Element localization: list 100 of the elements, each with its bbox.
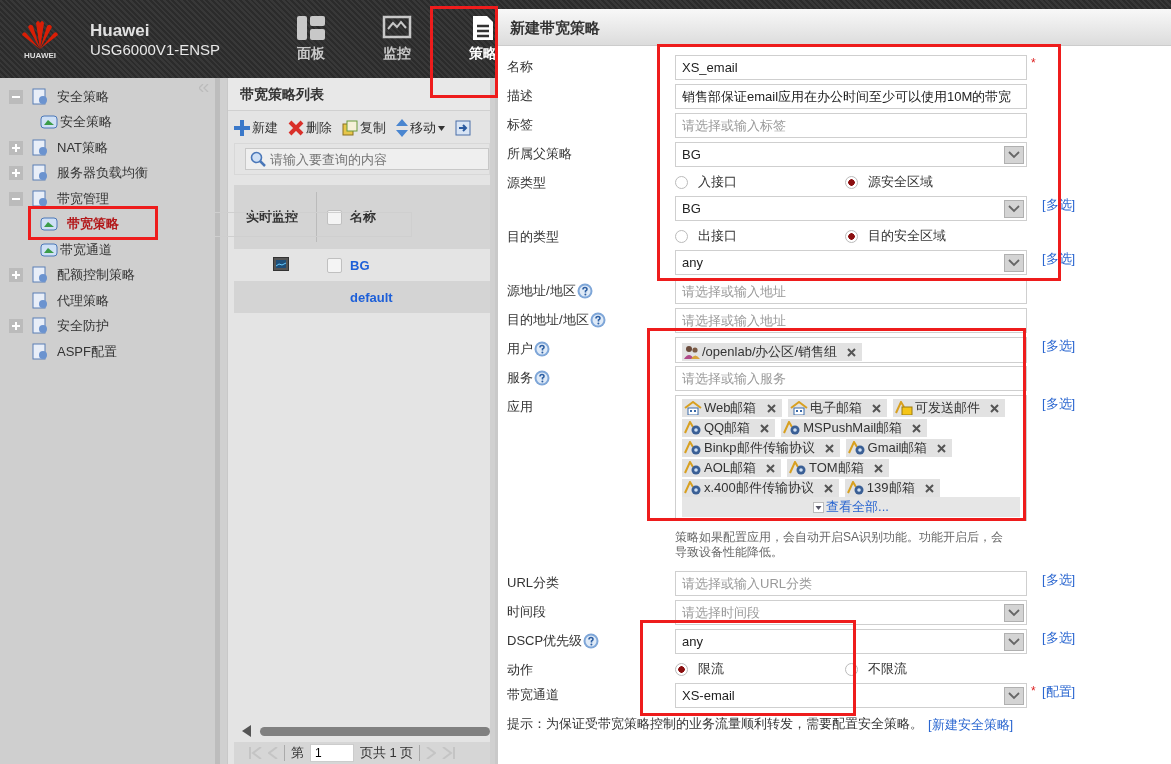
hint-text: 提示：为保证受带宽策略控制的业务流量顺利转发，需要配置安全策略。 — [507, 716, 923, 733]
search-field[interactable]: 请输入要查询的内容 — [245, 148, 489, 170]
select-field[interactable]: any — [675, 250, 1027, 275]
text-field[interactable]: 请选择或输入标签 — [675, 113, 1027, 138]
item-tag[interactable]: 139邮箱 — [844, 479, 940, 497]
expand-toggle-icon[interactable] — [9, 140, 23, 155]
multi-select-link[interactable]: [多选] — [1042, 396, 1076, 411]
checkbox[interactable] — [327, 257, 342, 273]
nav-tab[interactable]: 面板 — [268, 0, 354, 78]
monitor-icon[interactable] — [272, 257, 289, 271]
delete-button[interactable]: 删除 — [288, 119, 332, 137]
collapse-toggle-icon[interactable] — [9, 191, 23, 206]
remove-icon[interactable] — [823, 483, 833, 493]
multi-select-link[interactable]: [多选] — [1042, 197, 1076, 212]
text-field[interactable]: XS_email — [675, 55, 1027, 80]
copy-button[interactable]: 复制 — [342, 119, 386, 137]
item-tag[interactable]: MSPushMail邮箱 — [781, 419, 928, 437]
help-icon[interactable] — [589, 312, 606, 328]
radio-option[interactable]: 入接口 — [675, 171, 845, 193]
policy-name[interactable]: default — [350, 289, 393, 305]
tree-item[interactable]: 安全防护 — [57, 317, 109, 336]
tree-item[interactable]: NAT策略 — [57, 138, 109, 157]
help-icon[interactable] — [534, 341, 550, 357]
tree-item[interactable]: 代理策略 — [57, 291, 109, 310]
text-field[interactable]: 销售部保证email应用在办公时间至少可以使用10M的带宽 — [675, 84, 1027, 109]
add-button[interactable]: 新建 — [234, 119, 278, 137]
pager-label: 第 — [291, 744, 304, 762]
item-tag[interactable]: Web邮箱 — [682, 399, 782, 417]
help-icon[interactable] — [583, 633, 600, 649]
multi-select-link[interactable]: [多选] — [1042, 572, 1076, 587]
policy-name[interactable]: BG — [350, 257, 370, 273]
select-field[interactable]: BG — [675, 142, 1027, 167]
radio-option[interactable]: 不限流 — [845, 658, 1015, 680]
item-tag[interactable]: TOM邮箱 — [787, 459, 889, 477]
expand-toggle-icon[interactable] — [9, 319, 23, 334]
field-label: 应用 — [507, 398, 533, 416]
tree-item[interactable]: ASPF配置 — [57, 342, 117, 361]
radio-option[interactable]: 出接口 — [675, 225, 845, 247]
remove-icon[interactable] — [760, 423, 770, 433]
remove-icon[interactable] — [873, 463, 883, 473]
new-security-policy-link[interactable]: [新建安全策略] — [928, 716, 1014, 734]
scroll-left-icon[interactable] — [242, 725, 252, 737]
move-button[interactable]: 移动 — [396, 119, 445, 137]
table-row[interactable]: BG — [234, 249, 490, 281]
item-tag[interactable]: 可发送邮件 — [892, 399, 1005, 417]
tree-item[interactable]: 配额控制策略 — [57, 266, 135, 285]
select-field[interactable]: any — [675, 629, 1027, 654]
text-field[interactable]: 请选择或输入地址 — [675, 279, 1027, 304]
checkbox[interactable] — [327, 209, 342, 225]
multi-select-link[interactable]: [多选] — [1042, 630, 1076, 645]
remove-icon[interactable] — [912, 423, 922, 433]
expand-toggle-icon[interactable] — [9, 166, 23, 181]
expand-toggle-icon[interactable] — [9, 268, 23, 283]
help-icon[interactable] — [576, 283, 593, 299]
text-field[interactable]: 请选择或输入服务 — [675, 366, 1027, 391]
remove-icon[interactable] — [766, 463, 775, 473]
tree-item[interactable]: 安全策略 — [60, 113, 112, 132]
text-field[interactable]: 请选择或输入URL分类 — [675, 571, 1027, 596]
item-tag[interactable]: /openlab/办公区/销售组 — [682, 343, 863, 361]
field-label: 所属父策略 — [507, 145, 572, 163]
radio-option[interactable]: 目的安全区域 — [845, 225, 1015, 247]
multi-select-link[interactable]: [多选] — [1042, 251, 1076, 266]
delete-icon — [288, 120, 304, 136]
item-tag[interactable]: x.400邮件传输协议 — [682, 479, 839, 497]
item-tag[interactable]: AOL邮箱 — [682, 459, 781, 477]
multi-select-link[interactable]: [配置] — [1042, 684, 1076, 699]
module-icon — [31, 266, 49, 285]
import-button[interactable] — [455, 119, 471, 137]
dropdown-icon — [1004, 199, 1024, 218]
item-tag[interactable]: 电子邮箱 — [787, 399, 887, 417]
select-field[interactable]: XS-email — [675, 683, 1027, 708]
remove-icon[interactable] — [989, 403, 999, 413]
tree-item[interactable]: 服务器负载均衡 — [57, 164, 148, 183]
help-icon[interactable] — [534, 370, 550, 386]
item-tag[interactable]: Binkp邮件传输协议 — [682, 439, 840, 457]
search-icon — [250, 151, 266, 167]
remove-icon[interactable] — [766, 403, 776, 413]
module-icon — [31, 138, 49, 157]
view-all-link[interactable]: 查看全部... — [682, 497, 1020, 517]
radio-option[interactable]: 源安全区域 — [845, 171, 1015, 193]
remove-icon[interactable] — [937, 443, 947, 453]
tag-field[interactable]: Web邮箱 电子邮箱 可发送邮件 QQ邮箱 MSPushMail邮箱 Binkp邮件传输协议 Gmail邮箱 AOL邮箱 TOM邮箱 x.400邮件传输协议 139邮箱 查看全部... — [675, 395, 1027, 521]
tree-item[interactable]: 安全策略 — [57, 87, 109, 106]
remove-icon[interactable] — [824, 443, 834, 453]
multi-select-link[interactable]: [多选] — [1042, 338, 1076, 353]
remove-icon[interactable] — [847, 347, 857, 357]
collapse-toggle-icon[interactable] — [9, 89, 23, 104]
nav-tab[interactable]: 监控 — [354, 0, 440, 78]
remove-icon[interactable] — [924, 483, 934, 493]
item-tag[interactable]: Gmail邮箱 — [845, 439, 953, 457]
select-field[interactable]: BG — [675, 196, 1027, 221]
tag-field[interactable]: /openlab/办公区/销售组 — [675, 337, 1027, 363]
remove-icon[interactable] — [871, 403, 881, 413]
gear-icon — [789, 461, 807, 475]
radio-option[interactable]: 限流 — [675, 658, 845, 680]
tree-item[interactable]: 带宽管理 — [57, 189, 109, 208]
tree-item[interactable]: 带宽通道 — [60, 240, 112, 259]
table-row[interactable]: default — [234, 281, 490, 313]
page-input[interactable]: 1 — [310, 744, 354, 762]
item-tag[interactable]: QQ邮箱 — [682, 419, 776, 437]
